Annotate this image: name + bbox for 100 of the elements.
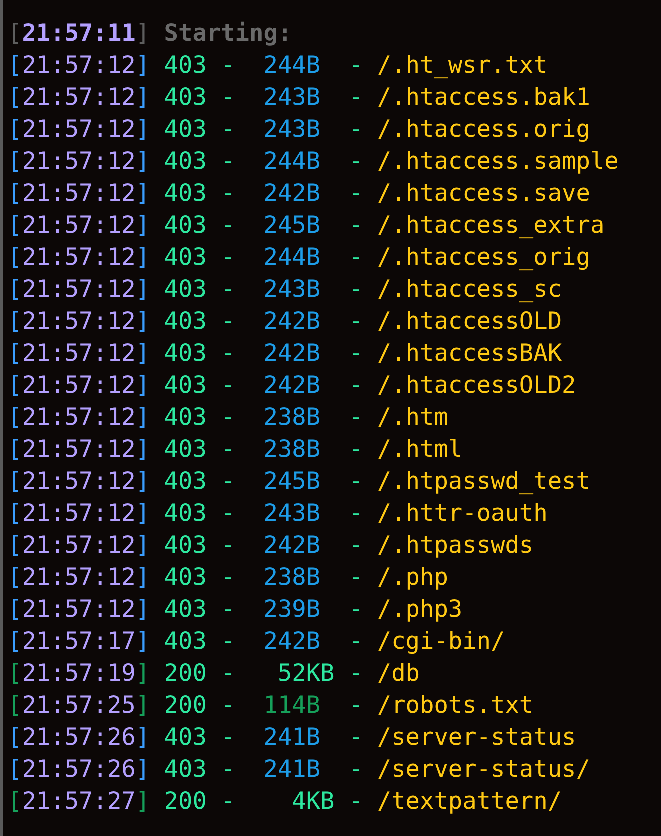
dash-separator: - <box>221 242 236 273</box>
response-size: 242B <box>264 306 321 337</box>
timestamp: 21:57:12 <box>22 402 136 433</box>
response-size: 245B <box>264 210 321 241</box>
bracket: ] <box>136 306 150 337</box>
timestamp: 21:57:12 <box>22 370 136 401</box>
dash-separator: - <box>348 210 364 241</box>
status-code: 403 <box>164 210 207 241</box>
dash-separator: - <box>221 466 236 497</box>
dash-separator: - <box>348 722 364 753</box>
bracket: ] <box>136 434 150 465</box>
url-path: /.htaccessOLD <box>377 306 562 337</box>
bracket: ] <box>136 274 150 305</box>
bracket: [ <box>8 434 22 465</box>
response-size: 238B <box>264 562 321 593</box>
dash-separator: - <box>348 82 364 113</box>
status-message: Starting: <box>164 18 292 49</box>
bracket: ] <box>136 82 150 113</box>
url-path: /server-status/ <box>377 754 590 785</box>
response-size: 114B <box>264 690 321 721</box>
timestamp: 21:57:12 <box>22 338 136 369</box>
bracket: [ <box>8 274 22 305</box>
bracket: [ <box>8 370 22 401</box>
status-code: 403 <box>164 242 207 273</box>
status-code: 403 <box>164 754 207 785</box>
bracket: ] <box>136 50 150 81</box>
dash-separator: - <box>221 626 236 657</box>
bracket: ] <box>136 594 150 625</box>
response-size: 52KB <box>278 658 335 689</box>
url-path: /.htaccess.orig <box>377 114 590 145</box>
timestamp: 21:57:26 <box>22 754 136 785</box>
bracket: [ <box>8 82 22 113</box>
dash-separator: - <box>221 146 236 177</box>
bracket: [ <box>8 466 22 497</box>
status-code: 403 <box>164 466 207 497</box>
dash-separator: - <box>348 306 364 337</box>
bracket: ] <box>136 530 150 561</box>
url-path: /.httr-oauth <box>377 498 548 529</box>
status-code: 403 <box>164 370 207 401</box>
bracket: ] <box>136 210 150 241</box>
timestamp: 21:57:12 <box>22 82 136 113</box>
timestamp: 21:57:25 <box>22 690 136 721</box>
response-size: 242B <box>264 338 321 369</box>
dash-separator: - <box>348 690 364 721</box>
timestamp: 21:57:12 <box>22 530 136 561</box>
timestamp: 21:57:11 <box>22 18 136 49</box>
url-path: /.htaccess_extra <box>377 210 605 241</box>
response-size: 244B <box>264 146 321 177</box>
url-path: /.htaccess.save <box>377 178 590 209</box>
bracket: [ <box>8 306 22 337</box>
response-size: 242B <box>264 370 321 401</box>
response-size: 243B <box>264 114 321 145</box>
dash-separator: - <box>348 562 364 593</box>
dash-separator: - <box>221 370 236 401</box>
response-size: 4KB <box>291 786 335 817</box>
timestamp: 21:57:12 <box>22 210 136 241</box>
url-path: /.htpasswd_test <box>377 466 590 497</box>
bracket: ] <box>136 146 150 177</box>
status-code: 403 <box>164 562 207 593</box>
bracket: [ <box>8 594 22 625</box>
bracket: ] <box>136 722 150 753</box>
dash-separator: - <box>348 658 364 689</box>
response-size: 239B <box>264 594 321 625</box>
dash-separator: - <box>221 210 236 241</box>
url-path: /db <box>377 658 420 689</box>
dash-separator: - <box>348 786 364 817</box>
timestamp: 21:57:12 <box>22 50 136 81</box>
status-code: 403 <box>164 338 207 369</box>
bracket: ] <box>136 114 150 145</box>
bracket: [ <box>8 530 22 561</box>
status-code: 403 <box>164 146 207 177</box>
bracket: [ <box>8 786 22 817</box>
bracket: [ <box>8 338 22 369</box>
timestamp: 21:57:12 <box>22 274 136 305</box>
timestamp: 21:57:12 <box>22 434 136 465</box>
url-path: /.htpasswds <box>377 530 534 561</box>
status-code: 403 <box>164 82 207 113</box>
status-code: 403 <box>164 722 207 753</box>
bracket: [ <box>8 690 22 721</box>
response-size: 241B <box>264 722 321 753</box>
dash-separator: - <box>221 274 236 305</box>
timestamp: 21:57:12 <box>22 466 136 497</box>
bracket: [ <box>8 50 22 81</box>
timestamp: 21:57:19 <box>22 658 136 689</box>
bracket: [ <box>8 626 22 657</box>
bracket: [ <box>8 402 22 433</box>
status-code: 403 <box>164 626 207 657</box>
url-path: /.htaccess_sc <box>377 274 562 305</box>
bracket: ] <box>136 178 150 209</box>
bracket: ] <box>136 370 150 401</box>
response-size: 238B <box>264 434 321 465</box>
bracket: [ <box>8 754 22 785</box>
status-code: 403 <box>164 402 207 433</box>
bracket: ] <box>136 626 150 657</box>
dash-separator: - <box>221 530 236 561</box>
dash-separator: - <box>348 402 364 433</box>
response-size: 238B <box>264 402 321 433</box>
url-path: /.ht_wsr.txt <box>377 50 548 81</box>
dash-separator: - <box>221 690 236 721</box>
bracket: [ <box>8 210 22 241</box>
